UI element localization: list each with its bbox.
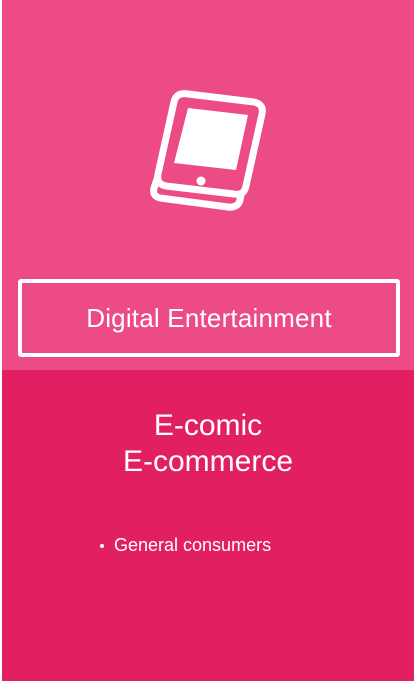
segment-title-box: Digital Entertainment [18,279,400,357]
bullet-icon [100,543,104,548]
product-item: E-comic [153,409,263,442]
smartphone-icon [150,90,266,211]
segment-card: Digital Entertainment E-comic E-commerce… [2,0,414,681]
customer-list-item: General consumers [100,535,271,556]
segment-title: Digital Entertainment [86,302,332,333]
segment-header: Digital Entertainment [2,0,414,370]
product-list: E-comic E-commerce [2,408,414,480]
customer-label: General consumers [114,535,272,555]
product-item: E-commerce [122,445,294,478]
